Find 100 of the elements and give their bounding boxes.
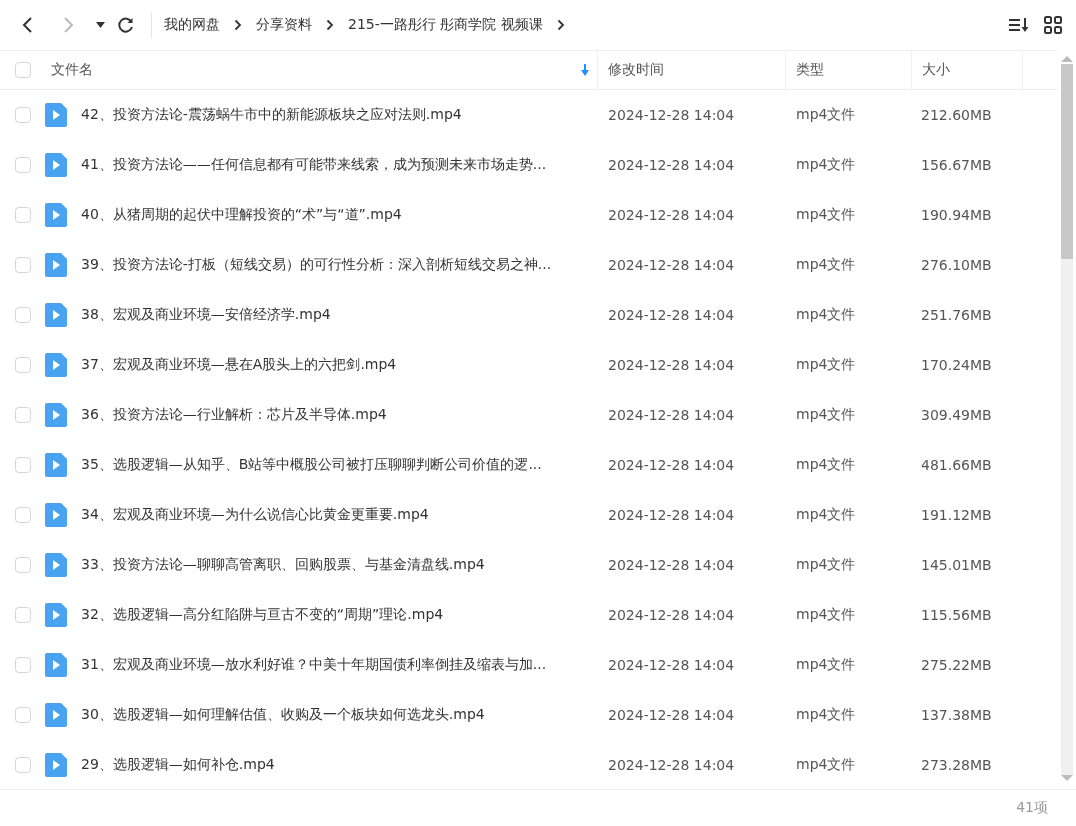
row-checkbox[interactable] bbox=[14, 257, 31, 273]
row-checkbox[interactable] bbox=[14, 507, 31, 523]
grid-view-icon[interactable] bbox=[1044, 16, 1062, 34]
column-header[interactable]: 大小 bbox=[912, 51, 1023, 89]
modified-time: 2024-12-28 14:04 bbox=[608, 707, 735, 723]
file-size: 212.60MB bbox=[921, 107, 992, 123]
file-name[interactable]: 36、投资方法论—行业解析：芯片及半导体.mp4 bbox=[81, 406, 387, 424]
file-name[interactable]: 31、宏观及商业环境—放水利好谁？中美十年期国债利率倒挂及缩表与加... bbox=[81, 656, 547, 674]
row-checkbox[interactable] bbox=[14, 707, 31, 723]
row-checkbox[interactable] bbox=[14, 607, 31, 623]
row-checkbox[interactable] bbox=[14, 357, 31, 373]
file-name[interactable]: 38、宏观及商业环境—安倍经济学.mp4 bbox=[81, 306, 331, 324]
column-header[interactable]: 修改时间 bbox=[598, 51, 786, 89]
modified-time: 2024-12-28 14:04 bbox=[608, 657, 735, 673]
file-size: 137.38MB bbox=[921, 707, 992, 723]
column-header[interactable]: 文件名 bbox=[45, 51, 598, 89]
video-file-icon bbox=[45, 103, 67, 127]
modified-time: 2024-12-28 14:04 bbox=[608, 107, 735, 123]
file-type: mp4文件 bbox=[796, 306, 856, 322]
column-label: 类型 bbox=[796, 61, 824, 79]
refresh-icon[interactable] bbox=[117, 16, 135, 34]
file-size: 190.94MB bbox=[921, 207, 992, 223]
modified-time: 2024-12-28 14:04 bbox=[608, 757, 735, 773]
file-type: mp4文件 bbox=[796, 706, 856, 722]
item-count: 41项 bbox=[1016, 799, 1048, 817]
breadcrumb-item[interactable]: 215-一路彤行 彤商学院 视频课 bbox=[348, 16, 543, 34]
row-checkbox[interactable] bbox=[14, 557, 31, 573]
video-file-icon bbox=[45, 153, 67, 177]
video-file-icon bbox=[45, 253, 67, 277]
file-name[interactable]: 30、选股逻辑—如何理解估值、收购及一个板块如何选龙头.mp4 bbox=[81, 706, 485, 724]
modified-time: 2024-12-28 14:04 bbox=[608, 607, 735, 623]
video-file-icon bbox=[45, 503, 67, 527]
modified-time: 2024-12-28 14:04 bbox=[608, 507, 735, 523]
chevron-right-icon bbox=[234, 19, 242, 31]
file-size: 309.49MB bbox=[921, 407, 992, 423]
video-file-icon bbox=[45, 353, 67, 377]
row-checkbox[interactable] bbox=[14, 157, 31, 173]
sort-arrow-icon bbox=[581, 64, 589, 76]
video-file-icon bbox=[45, 653, 67, 677]
file-size: 275.22MB bbox=[921, 657, 992, 673]
modified-time: 2024-12-28 14:04 bbox=[608, 307, 735, 323]
row-checkbox[interactable] bbox=[14, 457, 31, 473]
video-file-icon bbox=[45, 453, 67, 477]
file-type: mp4文件 bbox=[796, 506, 856, 522]
file-type: mp4文件 bbox=[796, 656, 856, 672]
file-size: 251.76MB bbox=[921, 307, 992, 323]
row-checkbox[interactable] bbox=[14, 657, 31, 673]
column-header[interactable]: 类型 bbox=[786, 51, 912, 89]
file-type: mp4文件 bbox=[796, 356, 856, 372]
file-name[interactable]: 33、投资方法论—聊聊高管离职、回购股票、与基金清盘线.mp4 bbox=[81, 556, 485, 574]
row-checkbox[interactable] bbox=[14, 757, 31, 773]
file-type: mp4文件 bbox=[796, 606, 856, 622]
breadcrumb-item[interactable]: 分享资料 bbox=[256, 16, 312, 34]
row-checkbox[interactable] bbox=[14, 407, 31, 423]
file-name[interactable]: 41、投资方法论——任何信息都有可能带来线索，成为预测未来市场走势... bbox=[81, 156, 547, 174]
file-name[interactable]: 34、宏观及商业环境—为什么说信心比黄金更重要.mp4 bbox=[81, 506, 429, 524]
video-file-icon bbox=[45, 553, 67, 577]
video-file-icon bbox=[45, 303, 67, 327]
file-size: 156.67MB bbox=[921, 157, 992, 173]
row-checkbox[interactable] bbox=[14, 207, 31, 223]
video-file-icon bbox=[45, 753, 67, 777]
dropdown-caret-icon[interactable] bbox=[96, 22, 105, 28]
file-size: 273.28MB bbox=[921, 757, 992, 773]
file-type: mp4文件 bbox=[796, 256, 856, 272]
file-name[interactable]: 39、投资方法论-打板（短线交易）的可行性分析：深入剖析短线交易之神... bbox=[81, 256, 552, 274]
file-name[interactable]: 32、选股逻辑—高分红陷阱与亘古不变的“周期”理论.mp4 bbox=[81, 606, 444, 624]
chevron-right-icon bbox=[326, 19, 334, 31]
modified-time: 2024-12-28 14:04 bbox=[608, 407, 735, 423]
scroll-up-icon[interactable] bbox=[1061, 54, 1073, 62]
file-type: mp4文件 bbox=[796, 106, 856, 122]
modified-time: 2024-12-28 14:04 bbox=[608, 357, 735, 373]
file-type: mp4文件 bbox=[796, 456, 856, 472]
file-name[interactable]: 37、宏观及商业环境—悬在A股头上的六把剑.mp4 bbox=[81, 356, 397, 374]
file-size: 170.24MB bbox=[921, 357, 992, 373]
modified-time: 2024-12-28 14:04 bbox=[608, 207, 735, 223]
file-name[interactable]: 29、选股逻辑—如何补仓.mp4 bbox=[81, 756, 275, 774]
file-size: 481.66MB bbox=[921, 457, 992, 473]
breadcrumb-item[interactable]: 我的网盘 bbox=[164, 16, 220, 34]
file-size: 191.12MB bbox=[921, 507, 992, 523]
file-name[interactable]: 35、选股逻辑—从知乎、B站等中概股公司被打压聊聊判断公司价值的逻... bbox=[81, 456, 542, 474]
file-type: mp4文件 bbox=[796, 556, 856, 572]
chevron-right-icon bbox=[556, 19, 565, 31]
select-all-checkbox[interactable] bbox=[14, 62, 31, 78]
column-label: 修改时间 bbox=[608, 61, 664, 79]
modified-time: 2024-12-28 14:04 bbox=[608, 257, 735, 273]
modified-time: 2024-12-28 14:04 bbox=[608, 157, 735, 173]
file-name[interactable]: 42、投资方法论-震荡蜗牛市中的新能源板块之应对法则.mp4 bbox=[81, 106, 462, 124]
column-label: 文件名 bbox=[51, 61, 93, 79]
file-type: mp4文件 bbox=[796, 406, 856, 422]
file-name[interactable]: 40、从猪周期的起伏中理解投资的“术”与“道”.mp4 bbox=[81, 206, 402, 224]
row-checkbox[interactable] bbox=[14, 307, 31, 323]
video-file-icon bbox=[45, 603, 67, 627]
file-size: 115.56MB bbox=[921, 607, 992, 623]
scrollbar-thumb[interactable] bbox=[1061, 64, 1073, 259]
file-type: mp4文件 bbox=[796, 756, 856, 772]
file-type: mp4文件 bbox=[796, 206, 856, 222]
sort-icon[interactable] bbox=[1008, 16, 1030, 34]
modified-time: 2024-12-28 14:04 bbox=[608, 557, 735, 573]
file-type: mp4文件 bbox=[796, 156, 856, 172]
row-checkbox[interactable] bbox=[14, 107, 31, 123]
